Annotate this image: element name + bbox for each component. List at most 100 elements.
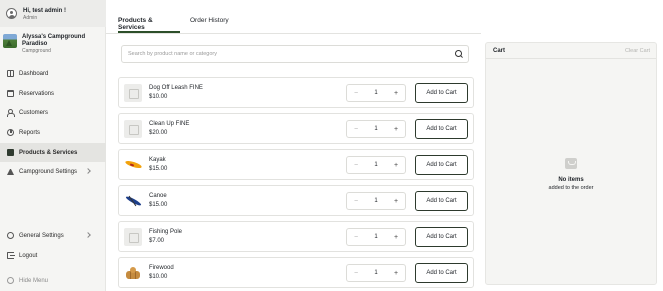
quantity-stepper: − 1 + <box>346 120 406 138</box>
users-icon <box>7 109 15 117</box>
sidebar-item-customers[interactable]: Customers <box>0 103 106 122</box>
product-price: $10.00 <box>149 274 168 280</box>
sidebar-item-label: Products & Services <box>19 149 78 156</box>
user-greeting: Hi, test admin ! <box>23 7 67 14</box>
decrement-button[interactable]: − <box>347 198 365 205</box>
campground-name-line2: Paradiso <box>22 41 48 47</box>
search-input[interactable]: Search by product name or category <box>121 45 469 63</box>
hide-menu-button[interactable]: Hide Menu <box>0 271 106 290</box>
product-name: Firewood <box>149 265 174 271</box>
quantity-stepper: − 1 + <box>346 84 406 102</box>
product-name: Fishing Pole <box>149 229 183 235</box>
search-icon[interactable] <box>455 50 463 58</box>
sidebar-item-label: Reports <box>19 129 41 136</box>
quantity-value[interactable]: 1 <box>365 234 387 240</box>
add-to-cart-button[interactable]: Add to Cart <box>415 119 468 139</box>
cart-empty-title: No items <box>558 177 584 183</box>
decrement-button[interactable]: − <box>347 234 365 241</box>
canoe-image <box>124 192 142 210</box>
dashboard-icon <box>7 70 14 77</box>
add-to-cart-button[interactable]: Add to Cart <box>415 263 468 283</box>
add-to-cart-button[interactable]: Add to Cart <box>415 227 468 247</box>
gear-icon <box>7 232 14 239</box>
box-icon <box>7 149 14 156</box>
user-avatar-icon <box>6 8 17 19</box>
product-row: Clean Up FINE $20.00 − 1 + Add to Cart <box>118 113 474 144</box>
add-to-cart-button[interactable]: Add to Cart <box>415 83 468 103</box>
tab-products-services[interactable]: Products & Services <box>118 12 180 33</box>
product-row: Kayak $15.00 − 1 + Add to Cart <box>118 149 474 180</box>
product-name: Canoe <box>149 193 167 199</box>
cart-empty-subtitle: added to the order <box>548 185 594 191</box>
pie-chart-icon <box>7 129 14 136</box>
increment-button[interactable]: + <box>387 126 405 133</box>
quantity-value[interactable]: 1 <box>365 162 387 168</box>
campground-name-line1: Alyssa's Campground <box>22 34 86 40</box>
product-price: $20.00 <box>149 130 168 136</box>
product-row: Fishing Pole $7.00 − 1 + Add to Cart <box>118 221 474 252</box>
sidebar-item-label: General Settings <box>19 232 64 239</box>
sidebar-item-products-services[interactable]: Products & Services <box>0 143 106 162</box>
search-placeholder: Search by product name or category <box>128 51 217 57</box>
sidebar-item-campground-settings[interactable]: Campground Settings <box>0 162 106 181</box>
empty-cart-icon <box>565 158 577 169</box>
cart-header: Cart Clear Cart <box>486 43 656 59</box>
decrement-button[interactable]: − <box>347 126 365 133</box>
increment-button[interactable]: + <box>387 162 405 169</box>
tab-divider <box>106 33 481 34</box>
increment-button[interactable]: + <box>387 90 405 97</box>
tent-icon <box>7 168 14 175</box>
tab-bar: Products & Services Order History <box>118 12 252 33</box>
campground-switcher[interactable]: Alyssa's Campground Paradiso Campground <box>0 31 106 61</box>
tab-order-history[interactable]: Order History <box>190 12 242 33</box>
user-role: Admin <box>23 14 38 21</box>
firewood-image <box>124 264 142 282</box>
product-image-placeholder-icon <box>124 120 142 138</box>
cart-title: Cart <box>493 48 506 54</box>
increment-button[interactable]: + <box>387 198 405 205</box>
logout-icon <box>7 252 15 259</box>
sidebar-item-reservations[interactable]: Reservations <box>0 84 106 103</box>
kayak-image <box>124 156 142 174</box>
increment-button[interactable]: + <box>387 234 405 241</box>
quantity-value[interactable]: 1 <box>365 270 387 276</box>
product-price: $7.00 <box>149 238 165 244</box>
quantity-stepper: − 1 + <box>346 228 406 246</box>
sidebar-item-label: Campground Settings <box>19 168 78 175</box>
product-row: Dog Off Leash FINE $10.00 − 1 + Add to C… <box>118 77 474 108</box>
decrement-button[interactable]: − <box>347 90 365 97</box>
calendar-icon <box>7 90 14 97</box>
quantity-stepper: − 1 + <box>346 156 406 174</box>
increment-button[interactable]: + <box>387 270 405 277</box>
product-row: Canoe $15.00 − 1 + Add to Cart <box>118 185 474 216</box>
user-profile[interactable]: Hi, test admin ! Admin <box>0 0 106 27</box>
product-name: Dog Off Leash FINE <box>149 85 203 91</box>
product-price: $15.00 <box>149 202 168 208</box>
cart-panel: Cart Clear Cart No items added to the or… <box>485 42 657 285</box>
add-to-cart-button[interactable]: Add to Cart <box>415 155 468 175</box>
sidebar-item-label: Hide Menu <box>19 277 49 284</box>
quantity-value[interactable]: 1 <box>365 126 387 132</box>
sidebar-item-label: Reservations <box>19 90 55 97</box>
sidebar-item-label: Logout <box>19 252 38 259</box>
sidebar-item-reports[interactable]: Reports <box>0 123 106 142</box>
campground-subtitle: Campground <box>22 48 51 54</box>
product-image-placeholder-icon <box>124 84 142 102</box>
sidebar-item-label: Customers <box>19 109 49 116</box>
hide-menu-icon <box>7 277 14 284</box>
decrement-button[interactable]: − <box>347 162 365 169</box>
sidebar-item-label: Dashboard <box>19 70 49 77</box>
sidebar-item-general-settings[interactable]: General Settings <box>0 226 106 245</box>
clear-cart-button[interactable]: Clear Cart <box>625 48 650 54</box>
campground-info: Alyssa's Campground Paradiso Campground <box>22 34 85 54</box>
sidebar-item-dashboard[interactable]: Dashboard <box>0 64 106 83</box>
quantity-value[interactable]: 1 <box>365 198 387 204</box>
product-name: Kayak <box>149 157 166 163</box>
user-info: Hi, test admin ! Admin <box>23 7 66 21</box>
add-to-cart-button[interactable]: Add to Cart <box>415 191 468 211</box>
campground-thumbnail <box>3 34 17 48</box>
product-row: Firewood $10.00 − 1 + Add to Cart <box>118 257 474 288</box>
quantity-value[interactable]: 1 <box>365 90 387 96</box>
sidebar-item-logout[interactable]: Logout <box>0 246 106 265</box>
decrement-button[interactable]: − <box>347 270 365 277</box>
